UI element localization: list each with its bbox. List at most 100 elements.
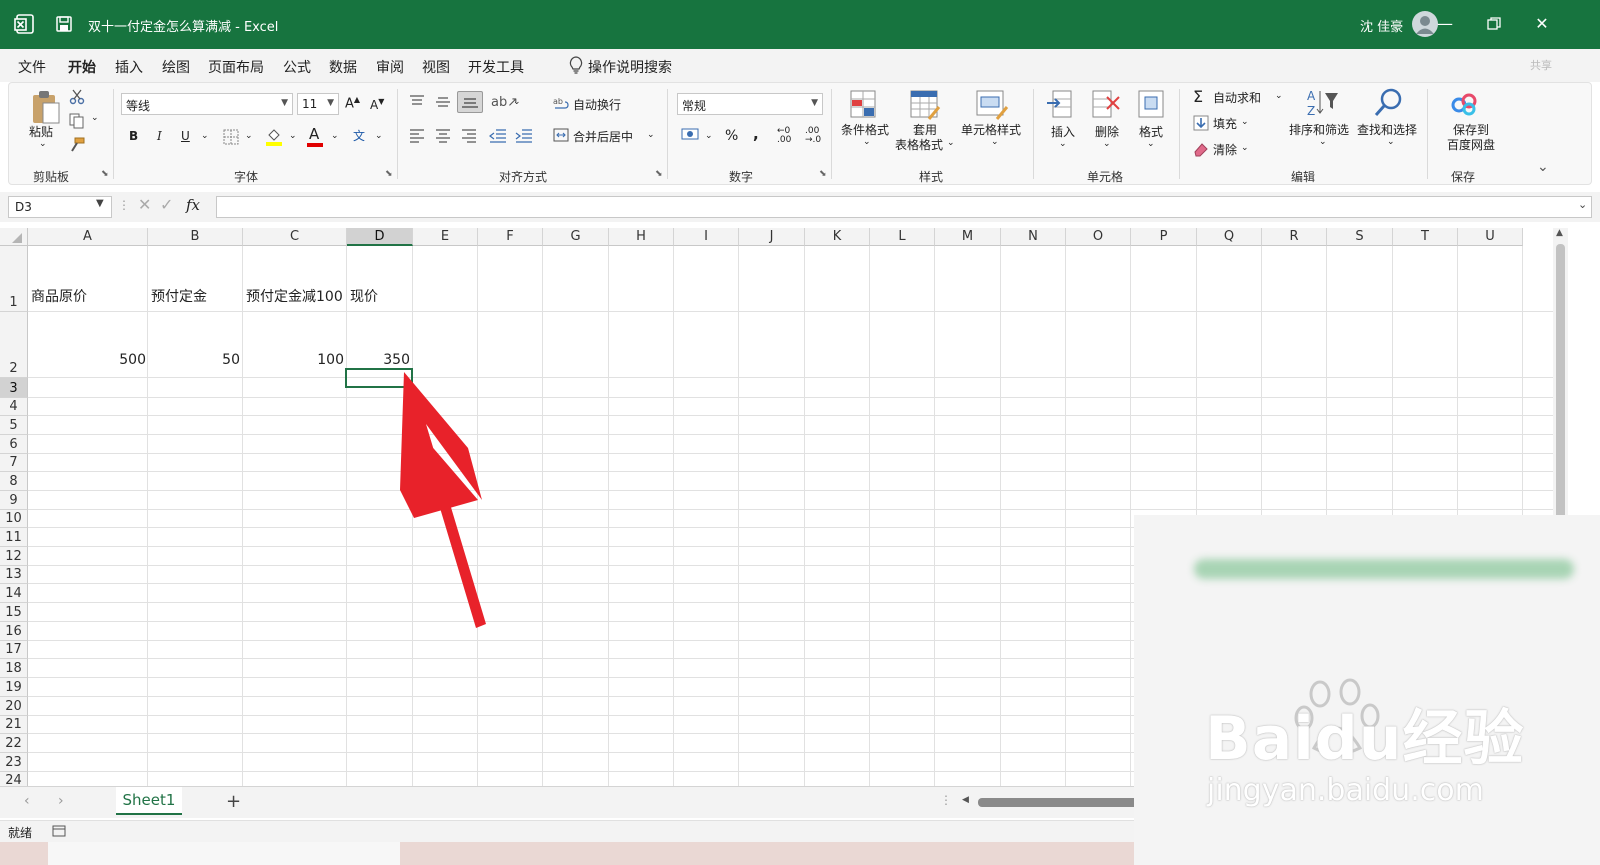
row-header-15[interactable]: 15 — [0, 603, 28, 622]
insert-cells-button[interactable]: 插入 — [1051, 123, 1075, 140]
font-color-dropdown-icon[interactable]: ⌄ — [331, 131, 339, 141]
paste-label[interactable]: 粘贴 — [29, 123, 53, 140]
row-header-21[interactable]: 21 — [0, 716, 28, 734]
conditional-formatting-icon[interactable] — [849, 89, 881, 121]
delete-cells-button[interactable]: 删除 — [1095, 123, 1119, 140]
row-header-17[interactable]: 17 — [0, 641, 28, 659]
phonetic-button[interactable]: 文 — [353, 127, 365, 144]
clear-button[interactable]: 清除 — [1213, 141, 1237, 158]
underline-button[interactable]: U — [181, 129, 190, 143]
tab-data[interactable]: 数据 — [329, 57, 357, 77]
align-right-icon[interactable] — [461, 129, 477, 143]
vertical-scroll-thumb[interactable] — [1556, 244, 1565, 524]
border-icon[interactable] — [223, 129, 239, 145]
prev-sheet-icon[interactable]: ‹ — [24, 793, 30, 809]
column-header-U[interactable]: U — [1458, 228, 1523, 246]
number-format-dropdown[interactable]: 常规 ▼ — [677, 93, 823, 115]
paste-icon[interactable] — [29, 89, 63, 125]
sort-filter-button[interactable]: 排序和筛选 — [1289, 121, 1349, 138]
increase-indent-icon[interactable] — [515, 129, 533, 143]
clear-dropdown-icon[interactable]: ⌄ — [1241, 143, 1249, 153]
cell-D1[interactable]: 现价 — [350, 286, 378, 306]
add-sheet-button[interactable]: + — [226, 791, 241, 812]
delete-cells-icon[interactable] — [1091, 89, 1121, 121]
find-dropdown-icon[interactable]: ⌄ — [1387, 137, 1395, 147]
tab-developer[interactable]: 开发工具 — [468, 57, 524, 77]
fill-down-icon[interactable] — [1193, 115, 1209, 131]
tab-file[interactable]: 文件 — [18, 57, 46, 77]
font-launcher-icon[interactable]: ⬊ — [385, 169, 393, 179]
column-header-N[interactable]: N — [1001, 228, 1066, 246]
row-header-9[interactable]: 9 — [0, 491, 28, 510]
row-header-22[interactable]: 22 — [0, 734, 28, 753]
cell-B1[interactable]: 预付定金 — [151, 286, 207, 306]
grow-font-button[interactable]: A▲ — [345, 95, 360, 111]
close-button[interactable]: ✕ — [1530, 12, 1554, 36]
align-left-icon[interactable] — [409, 129, 425, 143]
row-header-23[interactable]: 23 — [0, 753, 28, 772]
format-cells-icon[interactable] — [1137, 89, 1167, 121]
row-header-11[interactable]: 11 — [0, 528, 28, 547]
copy-dropdown-icon[interactable]: ⌄ — [91, 113, 99, 123]
underline-dropdown-icon[interactable]: ⌄ — [201, 131, 209, 141]
minimize-button[interactable]: — — [1433, 12, 1457, 36]
column-header-T[interactable]: T — [1393, 228, 1458, 246]
row-header-18[interactable]: 18 — [0, 659, 28, 678]
fill-button[interactable]: 填充 — [1213, 115, 1237, 132]
sort-filter-icon[interactable]: AZ — [1305, 87, 1339, 119]
cell-styles-button[interactable]: 单元格样式 — [961, 121, 1021, 138]
cell-D2[interactable]: 350 — [346, 352, 410, 368]
sort-dropdown-icon[interactable]: ⌄ — [1319, 137, 1327, 147]
insert-cells-icon[interactable] — [1045, 89, 1075, 121]
macro-record-icon[interactable] — [52, 824, 66, 838]
column-header-H[interactable]: H — [609, 228, 674, 246]
tab-formulas[interactable]: 公式 — [283, 57, 311, 77]
phonetic-dropdown-icon[interactable]: ⌄ — [375, 131, 383, 141]
horizontal-scroll-thumb[interactable] — [978, 798, 1138, 807]
column-header-I[interactable]: I — [674, 228, 739, 246]
column-header-D[interactable]: D — [347, 228, 413, 246]
font-color-button[interactable]: A — [309, 125, 319, 143]
tab-split-grip-icon[interactable]: ⋮ — [940, 793, 952, 807]
clipboard-launcher-icon[interactable]: ⬊ — [101, 169, 109, 179]
tab-home[interactable]: 开始 — [68, 57, 96, 77]
column-header-R[interactable]: R — [1262, 228, 1327, 246]
cell-C2[interactable]: 100 — [242, 352, 344, 368]
cell-styles-icon[interactable] — [975, 89, 1009, 121]
conditional-formatting-button[interactable]: 条件格式 — [841, 121, 889, 138]
cell-B2[interactable]: 50 — [148, 352, 240, 368]
align-bottom-button[interactable] — [457, 91, 483, 113]
row-header-5[interactable]: 5 — [0, 416, 28, 435]
cut-icon[interactable] — [69, 89, 85, 105]
comma-style-button[interactable]: , — [753, 125, 759, 143]
copy-icon[interactable] — [69, 113, 85, 129]
formula-input[interactable] — [216, 196, 1592, 218]
cell-A2[interactable]: 500 — [28, 352, 146, 368]
font-name-dropdown[interactable]: 等线 ▼ — [121, 93, 293, 115]
fill-dropdown-icon[interactable]: ⌄ — [1241, 117, 1249, 127]
active-cell-D3[interactable] — [345, 368, 413, 388]
tell-me-search[interactable]: 操作说明搜索 — [588, 57, 672, 77]
format-as-table-icon[interactable] — [909, 89, 941, 121]
align-middle-icon[interactable] — [435, 95, 451, 109]
format-dropdown-icon[interactable]: ⌄ — [1147, 139, 1155, 149]
merge-center-button[interactable]: 合并后居中 — [573, 128, 633, 145]
bold-button[interactable]: B — [129, 129, 138, 143]
border-dropdown-icon[interactable]: ⌄ — [245, 131, 253, 141]
share-button[interactable]: 共享 — [1530, 57, 1552, 73]
merge-center-icon[interactable] — [553, 127, 569, 143]
expand-formula-bar-icon[interactable]: ⌄ — [1578, 198, 1587, 211]
scroll-left-icon[interactable]: ◀ — [962, 795, 969, 805]
confirm-entry-icon[interactable]: ✓ — [160, 195, 173, 214]
insert-function-button[interactable]: fx — [186, 196, 200, 214]
column-header-M[interactable]: M — [935, 228, 1001, 246]
number-launcher-icon[interactable]: ⬊ — [819, 169, 827, 179]
column-header-A[interactable]: A — [28, 228, 148, 246]
tab-page-layout[interactable]: 页面布局 — [208, 57, 264, 77]
increase-decimal-icon[interactable]: ←0.00 — [777, 127, 791, 145]
insert-dropdown-icon[interactable]: ⌄ — [1059, 139, 1067, 149]
row-header-14[interactable]: 14 — [0, 584, 28, 603]
column-header-G[interactable]: G — [543, 228, 609, 246]
tab-insert[interactable]: 插入 — [115, 57, 143, 77]
tab-draw[interactable]: 绘图 — [162, 57, 190, 77]
